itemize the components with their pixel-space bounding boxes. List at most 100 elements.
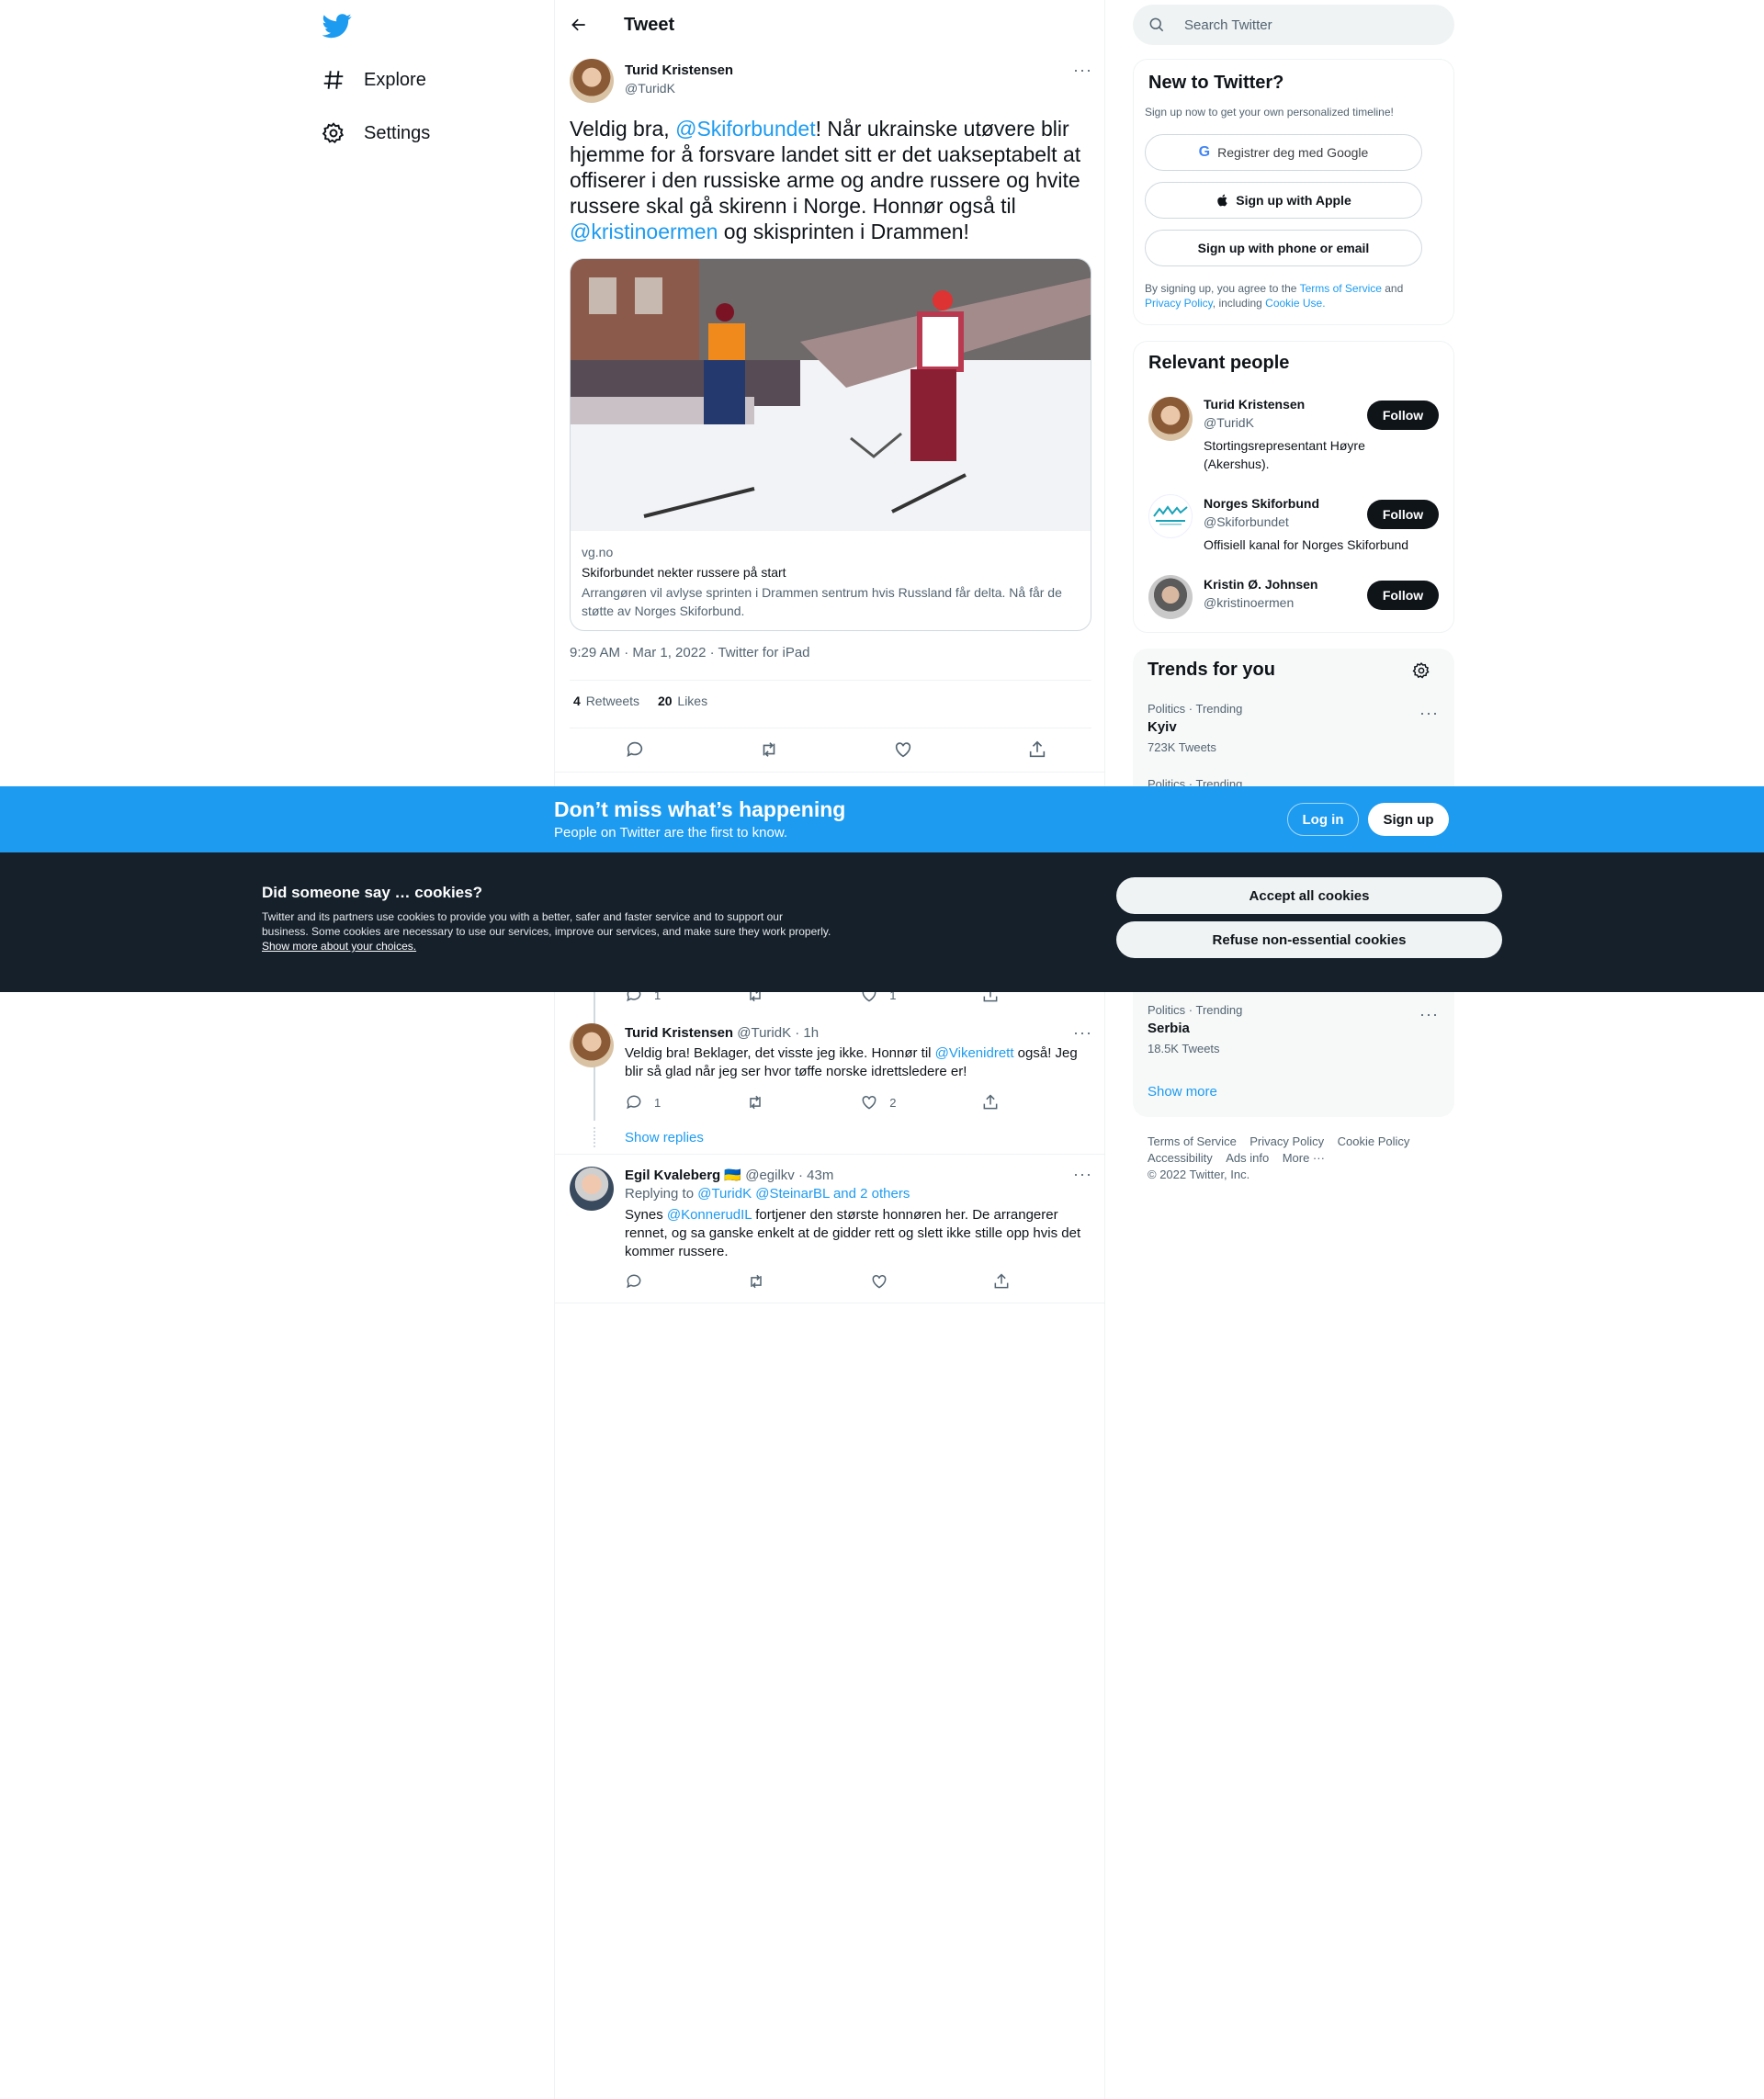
- footer-link[interactable]: Cookie Policy: [1338, 1134, 1410, 1148]
- privacy-link[interactable]: Privacy Policy: [1145, 297, 1213, 310]
- more-options-icon[interactable]: ···: [1073, 1023, 1092, 1043]
- person-handle[interactable]: @kristinoermen: [1204, 595, 1294, 610]
- retweet-icon[interactable]: [759, 739, 779, 760]
- signup-legal-text: By signing up, you agree to the Terms of…: [1145, 281, 1439, 310]
- reply-icon[interactable]: [625, 1272, 643, 1291]
- footer-link[interactable]: Privacy Policy: [1250, 1134, 1324, 1148]
- share-icon[interactable]: [992, 1272, 1011, 1291]
- mention-link[interactable]: @Skiforbundet: [675, 117, 816, 141]
- twitter-logo-icon[interactable]: [322, 11, 352, 40]
- trend-item[interactable]: Politics · Trending Kyiv 723K Tweets: [1148, 702, 1242, 754]
- phone-signup-button[interactable]: Sign up with phone or email: [1145, 230, 1422, 266]
- show-replies-link[interactable]: Show replies: [625, 1130, 704, 1145]
- refuse-cookies-button[interactable]: Refuse non-essential cookies: [1116, 921, 1502, 958]
- trend-item[interactable]: Politics · Trending Serbia 18.5K Tweets: [1148, 1003, 1242, 1055]
- retweet-icon[interactable]: [747, 1272, 765, 1291]
- panel-subtitle: Sign up now to get your own personalized…: [1145, 106, 1394, 118]
- avatar[interactable]: [570, 1167, 614, 1211]
- more-options-icon[interactable]: ···: [1419, 1005, 1439, 1024]
- hashtag-icon: [323, 71, 344, 89]
- terms-link[interactable]: Terms of Service: [1300, 282, 1382, 295]
- back-arrow-icon[interactable]: [570, 16, 588, 34]
- relevant-people-panel: Relevant people Turid Kristensen @TuridK…: [1133, 341, 1454, 633]
- reply-actions: 1 2: [625, 1093, 1011, 1112]
- reply-icon[interactable]: [625, 1093, 643, 1112]
- retweets-label[interactable]: Retweets: [586, 694, 639, 708]
- author-handle[interactable]: @TuridK: [625, 81, 675, 96]
- divider: [555, 772, 1104, 773]
- cookie-choices-link[interactable]: Show more about your choices.: [262, 940, 416, 953]
- divider: [555, 1154, 1104, 1155]
- person-handle[interactable]: @Skiforbundet: [1204, 514, 1289, 529]
- signup-button[interactable]: Sign up: [1368, 803, 1449, 836]
- apple-signup-button[interactable]: Sign up with Apple: [1145, 182, 1422, 219]
- accept-cookies-button[interactable]: Accept all cookies: [1116, 877, 1502, 914]
- google-signup-button[interactable]: G Registrer deg med Google: [1145, 134, 1422, 171]
- share-icon[interactable]: [981, 1093, 1000, 1112]
- tweet-header: Tweet: [555, 0, 1104, 50]
- follow-button[interactable]: Follow: [1367, 581, 1439, 610]
- cookie-use-link[interactable]: Cookie Use.: [1265, 297, 1325, 310]
- login-button[interactable]: Log in: [1287, 803, 1359, 836]
- author-handle[interactable]: @egilkv · 43m: [745, 1168, 833, 1183]
- avatar[interactable]: [570, 1023, 614, 1067]
- share-icon[interactable]: [1027, 739, 1047, 760]
- tweet-timestamp[interactable]: 9:29 AM · Mar 1, 2022 · Twitter for iPad: [570, 645, 810, 660]
- legal-text-part: , including: [1212, 297, 1266, 310]
- mention-link[interactable]: @kristinoermen: [570, 220, 718, 243]
- author-name[interactable]: Turid Kristensen: [625, 62, 733, 78]
- copyright: © 2022 Twitter, Inc.: [1148, 1168, 1250, 1181]
- search-placeholder: Search Twitter: [1184, 17, 1272, 33]
- author-handle[interactable]: @TuridK · 1h: [737, 1025, 819, 1041]
- show-more-link[interactable]: Show more: [1148, 1084, 1217, 1100]
- person-name[interactable]: Norges Skiforbund: [1204, 496, 1319, 511]
- replying-targets-link[interactable]: @TuridK @SteinarBL and 2 others: [697, 1186, 910, 1202]
- avatar[interactable]: [1148, 397, 1193, 441]
- search-bar[interactable]: Search Twitter: [1133, 5, 1454, 45]
- person-handle[interactable]: @TuridK: [1204, 415, 1254, 430]
- likes-label[interactable]: Likes: [677, 694, 707, 708]
- like-icon[interactable]: [860, 1093, 878, 1112]
- nav-explore[interactable]: Explore: [322, 60, 426, 100]
- follow-button[interactable]: Follow: [1367, 500, 1439, 529]
- person-name[interactable]: Kristin Ø. Johnsen: [1204, 577, 1317, 592]
- footer-link[interactable]: Terms of Service: [1148, 1134, 1237, 1148]
- more-options-icon[interactable]: ···: [1073, 61, 1092, 80]
- retweet-icon[interactable]: [746, 1093, 764, 1112]
- skiforbundet-logo-icon: [1153, 505, 1188, 525]
- trend-count: 18.5K Tweets: [1148, 1042, 1220, 1055]
- like-icon[interactable]: [893, 739, 913, 760]
- reply-icon[interactable]: [625, 739, 645, 760]
- avatar[interactable]: [1148, 494, 1193, 538]
- like-icon[interactable]: [870, 1272, 888, 1291]
- retweets-count[interactable]: 4: [573, 694, 581, 708]
- author-name[interactable]: Egil Kvaleberg: [625, 1168, 720, 1183]
- footer-link[interactable]: Ads info: [1226, 1151, 1269, 1165]
- link-card[interactable]: vg.no Skiforbundet nekter russere på sta…: [570, 258, 1091, 631]
- author-name[interactable]: Turid Kristensen: [625, 1025, 733, 1041]
- link-card-meta: vg.no Skiforbundet nekter russere på sta…: [582, 543, 1081, 620]
- avatar[interactable]: [1148, 575, 1193, 619]
- footer-more-link[interactable]: More ···: [1283, 1151, 1325, 1165]
- nav-settings[interactable]: Settings: [322, 113, 430, 153]
- reply-text: Synes @KonnerudIL fortjener den største …: [625, 1206, 1095, 1261]
- mention-link[interactable]: @KonnerudIL: [667, 1207, 752, 1223]
- ski-race-photo: [571, 259, 1091, 531]
- more-options-icon[interactable]: ···: [1073, 1165, 1092, 1184]
- new-to-twitter-panel: New to Twitter? Sign up now to get your …: [1133, 59, 1454, 325]
- reply-text: Veldig bra! Beklager, det visste jeg ikk…: [625, 1044, 1093, 1081]
- trend-meta: Politics · Trending: [1148, 1003, 1243, 1017]
- more-options-icon[interactable]: ···: [1419, 704, 1439, 723]
- footer-link[interactable]: Accessibility: [1148, 1151, 1213, 1165]
- cookie-title: Did someone say … cookies?: [262, 884, 482, 901]
- person-name[interactable]: Turid Kristensen: [1204, 397, 1305, 412]
- mention-link[interactable]: @Vikenidrett: [935, 1045, 1014, 1061]
- tweet-text-part: Veldig bra,: [570, 117, 676, 141]
- follow-button[interactable]: Follow: [1367, 401, 1439, 430]
- gear-icon[interactable]: [1412, 661, 1430, 680]
- panel-title: New to Twitter?: [1148, 73, 1284, 93]
- likes-count[interactable]: 20: [658, 694, 673, 708]
- avatar[interactable]: [570, 59, 614, 103]
- replying-to: Replying to @TuridK @SteinarBL and 2 oth…: [625, 1186, 910, 1202]
- google-icon: G: [1198, 144, 1211, 160]
